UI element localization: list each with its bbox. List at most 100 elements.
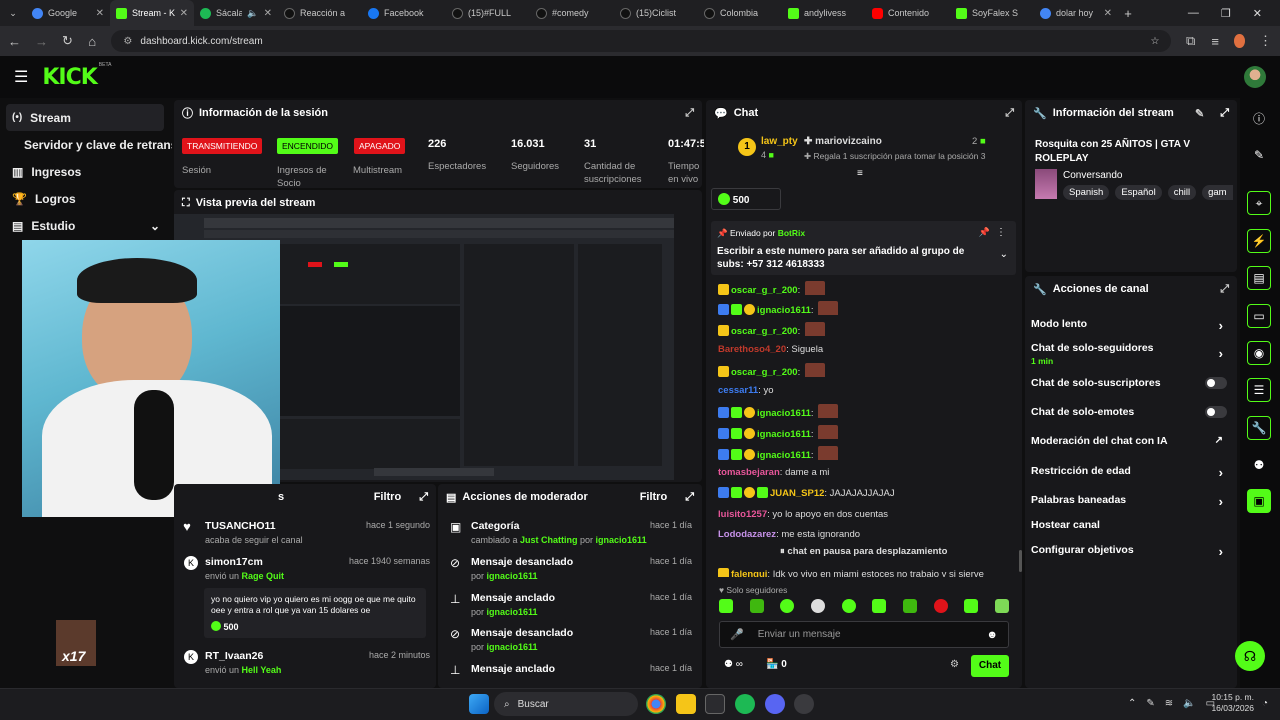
- close-icon[interactable]: ✕: [180, 8, 188, 19]
- url-field[interactable]: ⚙ dashboard.kick.com/stream ☆: [111, 30, 1172, 52]
- chat-send-button[interactable]: Chat: [971, 655, 1009, 677]
- info-icon[interactable]: ⓘ: [1247, 106, 1271, 130]
- browser-tab[interactable]: Facebook: [362, 0, 446, 26]
- profile-avatar[interactable]: [1234, 34, 1245, 48]
- hamburger-icon[interactable]: ☰: [14, 67, 28, 87]
- emote-button[interactable]: [841, 599, 856, 613]
- activity-filter-button[interactable]: Filtro: [374, 491, 402, 503]
- volume-icon[interactable]: 🔈: [1183, 698, 1195, 709]
- site-info-icon[interactable]: ⚙: [123, 36, 132, 47]
- sidebar-item-achievements[interactable]: 🏆 Logros: [0, 185, 172, 212]
- wrench-icon[interactable]: 🔧: [1247, 416, 1271, 440]
- chevron-down-icon[interactable]: ⌄: [1000, 249, 1008, 260]
- more-icon[interactable]: ⋮: [996, 227, 1006, 238]
- edit-icon[interactable]: ✎: [1195, 107, 1204, 120]
- chat-goal-badge[interactable]: 500: [711, 188, 781, 210]
- minimize-icon[interactable]: —: [1188, 7, 1199, 19]
- browser-tab[interactable]: Contenido: [866, 0, 950, 26]
- age-restriction-item[interactable]: Restricción de edad ›: [1031, 465, 1227, 480]
- game-icon[interactable]: ▣: [1247, 489, 1271, 513]
- banned-words-item[interactable]: Palabras baneadas ›: [1031, 494, 1227, 509]
- chat-scrollbar[interactable]: [1019, 550, 1022, 572]
- emoji-icon[interactable]: ☻: [986, 629, 998, 641]
- browser-tab[interactable]: Google ✕: [26, 0, 110, 26]
- popout-icon[interactable]: ⤢: [685, 491, 694, 504]
- popout-icon[interactable]: ⤢: [685, 107, 694, 120]
- configure-goals-item[interactable]: Configurar objetivos ›: [1031, 544, 1227, 559]
- mod-filter-button[interactable]: Filtro: [640, 491, 668, 503]
- popout-icon[interactable]: ⤢: [1005, 107, 1014, 120]
- chat-points[interactable]: 🏪 0: [766, 659, 787, 670]
- tag[interactable]: Spanish: [1063, 185, 1110, 200]
- browser-tab[interactable]: Stream - K ✕: [110, 0, 194, 26]
- chat-input[interactable]: 🎤 Enviar un mensaje ☻: [719, 621, 1009, 648]
- microphone-icon[interactable]: 🎤: [730, 628, 744, 641]
- sidebar-item-server-key[interactable]: Servidor y clave de retransm: [0, 131, 172, 158]
- browser-tab[interactable]: (15)#FULL: [446, 0, 530, 26]
- forward-icon[interactable]: →: [35, 34, 48, 49]
- browser-tab[interactable]: Colombia: [698, 0, 782, 26]
- clip-icon[interactable]: ⌖: [1247, 191, 1271, 215]
- bookmark-star-icon[interactable]: ☆: [1150, 36, 1159, 47]
- browser-tab[interactable]: andylivess: [782, 0, 866, 26]
- notification-icon[interactable]: ◔: [1262, 698, 1268, 709]
- edit-icon[interactable]: ✎: [1247, 143, 1271, 167]
- pen-icon[interactable]: ✎: [1146, 698, 1154, 709]
- browser-tab[interactable]: #comedy: [530, 0, 614, 26]
- browser-tab[interactable]: SoyFalex S: [950, 0, 1034, 26]
- chevron-up-icon[interactable]: ⌃: [1128, 698, 1136, 709]
- user-avatar[interactable]: [1244, 66, 1266, 88]
- system-clock[interactable]: 10:15 p. m. 16/03/2026: [1206, 692, 1254, 714]
- layout-icon[interactable]: ☰: [1247, 378, 1271, 402]
- maximize-icon[interactable]: ❐: [1221, 7, 1231, 20]
- sidebar-item-stream[interactable]: (•) Stream: [6, 104, 164, 131]
- store-app-icon[interactable]: [705, 694, 725, 714]
- emote-button[interactable]: [780, 599, 795, 613]
- collapse-icon[interactable]: ≡: [857, 168, 863, 179]
- emote-button[interactable]: [933, 599, 948, 613]
- popout-icon[interactable]: ⤢: [419, 491, 428, 504]
- emote-button[interactable]: [872, 599, 887, 613]
- followers-only-item[interactable]: Chat de solo-seguidores 1 min ›: [1031, 342, 1227, 366]
- new-tab-button[interactable]: +: [1118, 6, 1138, 21]
- emotes-only-toggle[interactable]: [1205, 406, 1227, 418]
- slow-mode-item[interactable]: Modo lento ›: [1031, 318, 1227, 333]
- sidebar-item-studio[interactable]: ▤ Estudio ⌄: [0, 212, 172, 239]
- emote-button[interactable]: [749, 599, 764, 613]
- discord-icon[interactable]: [765, 694, 785, 714]
- document-icon[interactable]: ▤: [1247, 266, 1271, 290]
- reload-icon[interactable]: ↻: [62, 33, 73, 49]
- tag[interactable]: Español: [1115, 185, 1162, 200]
- taskbar-search[interactable]: ⌕ Buscar: [494, 692, 638, 716]
- tag[interactable]: chill: [1167, 185, 1197, 200]
- settings-icon[interactable]: ⚙: [950, 659, 959, 670]
- menu-icon[interactable]: ⋮: [1259, 33, 1272, 49]
- back-icon[interactable]: ←: [8, 34, 21, 49]
- close-icon[interactable]: ✕: [264, 8, 272, 19]
- close-icon[interactable]: ✕: [96, 8, 104, 19]
- chrome-icon[interactable]: [646, 694, 666, 714]
- kick-logo[interactable]: KICK: [42, 65, 97, 90]
- emote-button[interactable]: [810, 599, 825, 613]
- emote-button[interactable]: [994, 599, 1009, 613]
- extensions-icon[interactable]: ⧉: [1185, 33, 1196, 49]
- lightning-icon[interactable]: ⚡: [1247, 229, 1271, 253]
- browser-tab[interactable]: Sácala 🔈 ✕: [194, 0, 278, 26]
- browser-tab[interactable]: (15)Ciclist: [614, 0, 698, 26]
- points-icon[interactable]: ⚉ ∞: [724, 659, 743, 670]
- app-icon[interactable]: [794, 694, 814, 714]
- browser-tab[interactable]: Reacción a: [278, 0, 362, 26]
- users-icon[interactable]: ⚉: [1247, 453, 1271, 477]
- emote-button[interactable]: [719, 599, 733, 613]
- popout-icon[interactable]: ⤢: [1220, 107, 1229, 120]
- chat-bubble-icon[interactable]: ▭: [1247, 304, 1271, 328]
- popout-icon[interactable]: ⤢: [1220, 283, 1229, 296]
- home-icon[interactable]: ⌂: [87, 34, 98, 49]
- tab-search-icon[interactable]: ⌄: [0, 8, 26, 19]
- reading-list-icon[interactable]: ≡: [1210, 34, 1221, 49]
- chat-paused-banner[interactable]: ⏸ chat en pausa para desplazamiento: [776, 546, 956, 562]
- spotify-app-icon[interactable]: [735, 694, 755, 714]
- host-channel-item[interactable]: Hostear canal: [1031, 519, 1227, 531]
- browser-tab[interactable]: dolar hoy ✕: [1034, 0, 1118, 26]
- unpin-button[interactable]: 📌: [979, 227, 990, 238]
